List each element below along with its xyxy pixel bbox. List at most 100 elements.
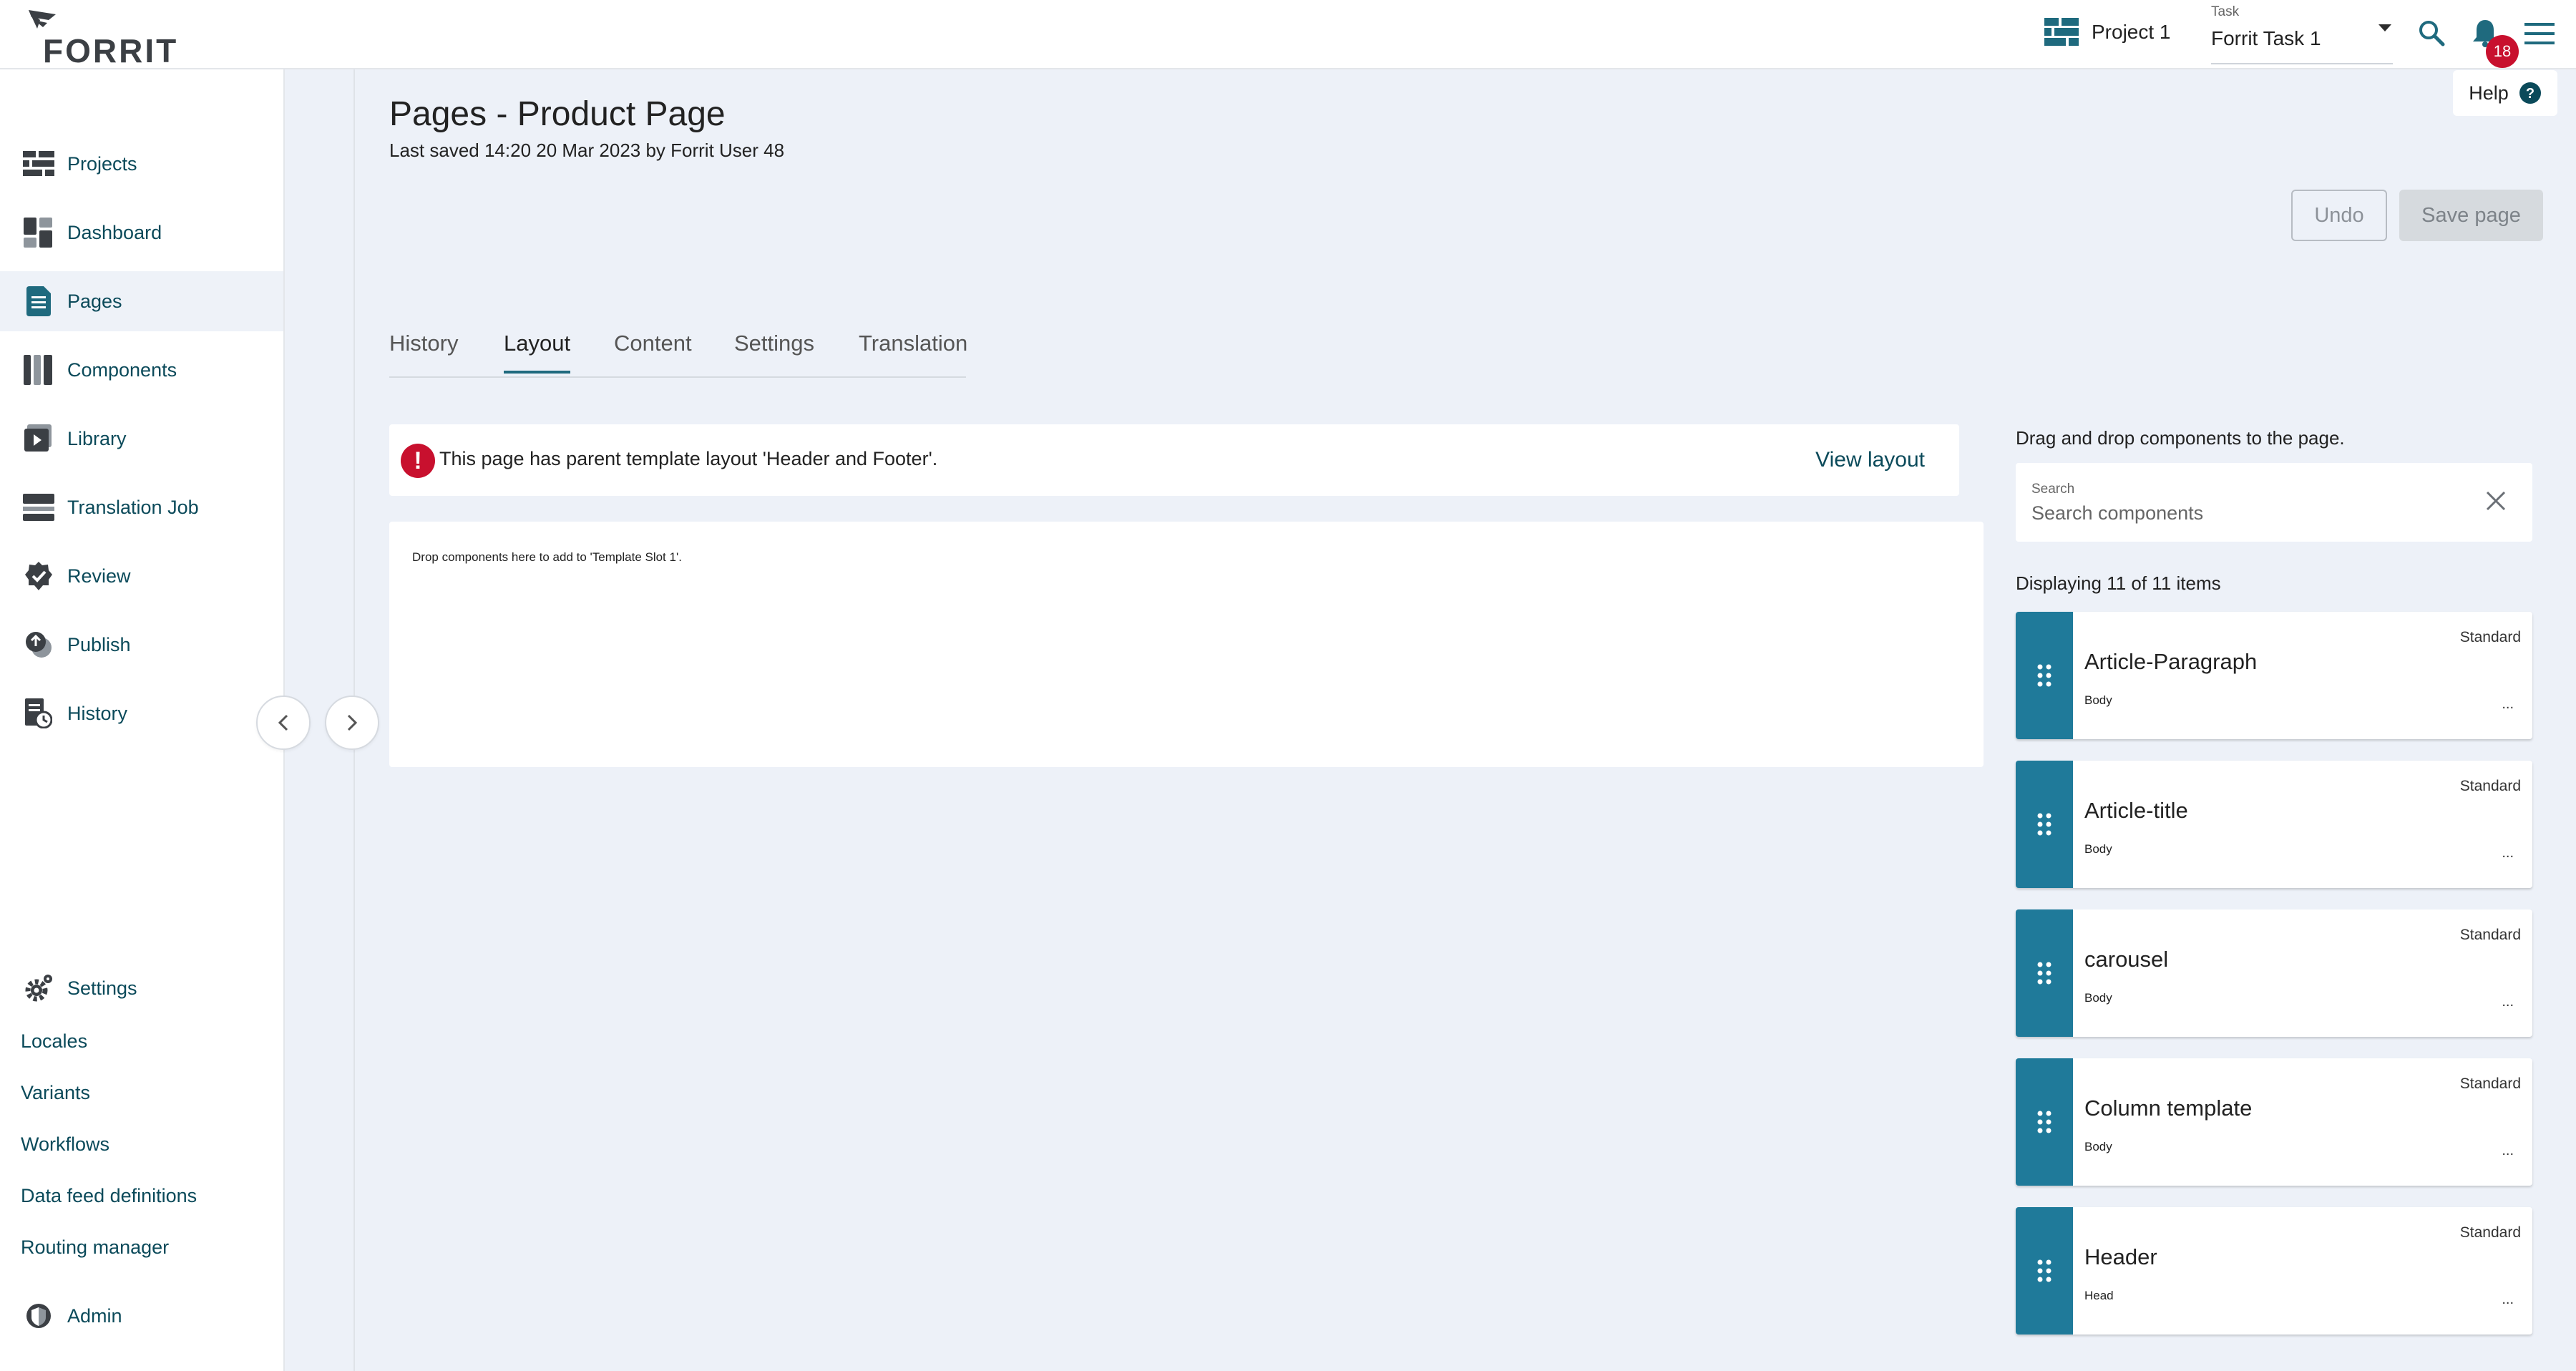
sidebar-item-translation-job[interactable]: Translation Job [0, 477, 283, 537]
warning-icon: ! [401, 444, 435, 478]
drag-handle[interactable] [2016, 909, 2073, 1037]
sidebar-item-projects[interactable]: Projects [0, 134, 283, 194]
history-icon [23, 698, 54, 729]
help-button[interactable]: Help ? [2453, 70, 2557, 116]
component-name: Header [2084, 1244, 2157, 1269]
sidebar-item-library[interactable]: Library [0, 409, 283, 469]
logo-text: FORRIT [43, 32, 179, 69]
component-name: carousel [2084, 947, 2169, 972]
more-options-button[interactable]: ... [2502, 1143, 2514, 1159]
drag-handle-icon [2037, 664, 2051, 687]
hamburger-menu-icon[interactable] [2524, 21, 2555, 46]
sidebar-item-label: Translation Job [67, 496, 199, 518]
drag-handle-icon [2037, 1259, 2051, 1282]
component-search-field[interactable]: Search [2016, 463, 2532, 542]
component-card[interactable]: Standard Article-title Body ... [2016, 761, 2532, 888]
admin-icon [23, 1300, 54, 1332]
project-label: Project 1 [2092, 21, 2171, 43]
more-options-button[interactable]: ... [2502, 994, 2514, 1010]
save-page-button[interactable]: Save page [2399, 190, 2543, 241]
projects-icon [23, 148, 54, 180]
sidebar-item-pages[interactable]: Pages [0, 271, 283, 331]
component-category: Body [2084, 842, 2112, 856]
sidebar-item-history[interactable]: History [0, 683, 283, 743]
component-card[interactable]: Standard carousel Body ... [2016, 909, 2532, 1037]
component-category: Body [2084, 991, 2112, 1005]
task-select[interactable]: Task Forrit Task 1 [2211, 4, 2393, 64]
sidebar-item-admin[interactable]: Admin [0, 1286, 283, 1346]
review-icon [23, 560, 54, 592]
collapse-sidebar-button[interactable] [256, 696, 311, 750]
page-tabs: History Layout Content Settings Translat… [389, 319, 967, 378]
settings-link-locales[interactable]: Locales [21, 1030, 87, 1053]
sidebar-item-review[interactable]: Review [0, 546, 283, 606]
sidebar-item-label: History [67, 702, 128, 724]
undo-button[interactable]: Undo [2291, 190, 2387, 241]
close-icon[interactable] [2484, 489, 2508, 513]
more-options-button[interactable]: ... [2502, 845, 2514, 862]
component-card[interactable]: Standard Column template Body ... [2016, 1058, 2532, 1186]
component-name: Column template [2084, 1096, 2253, 1121]
settings-link-variants[interactable]: Variants [21, 1082, 90, 1104]
component-type: Standard [2459, 629, 2521, 645]
page-title: Pages - Product Page [389, 95, 726, 133]
help-label: Help [2469, 82, 2509, 104]
sidebar-item-label: Admin [67, 1304, 122, 1327]
search-icon[interactable] [2417, 19, 2446, 47]
tab-settings[interactable]: Settings [734, 331, 814, 371]
sidebar-item-label: Projects [67, 152, 137, 175]
drag-handle[interactable] [2016, 612, 2073, 739]
tab-content[interactable]: Content [614, 331, 692, 371]
translation-job-icon [23, 492, 54, 523]
tab-translation[interactable]: Translation [859, 331, 967, 371]
components-icon [23, 354, 54, 386]
component-type: Standard [2459, 1075, 2521, 1092]
more-options-button[interactable]: ... [2502, 1292, 2514, 1308]
settings-link-workflows[interactable]: Workflows [21, 1133, 109, 1156]
drag-handle[interactable] [2016, 1207, 2073, 1335]
component-card[interactable]: Standard Header Head ... [2016, 1207, 2532, 1335]
tab-layout[interactable]: Layout [504, 331, 571, 374]
sidebar-item-label: Dashboard [67, 221, 162, 243]
sidebar-item-label: Publish [67, 633, 131, 655]
dashboard-icon [23, 217, 54, 248]
settings-link-data-feed-definitions[interactable]: Data feed definitions [21, 1185, 197, 1207]
pages-icon [23, 286, 54, 317]
sidebar: Projects Dashboard Pages Components Libr… [0, 69, 285, 1371]
tab-history[interactable]: History [389, 331, 458, 371]
sidebar-item-publish[interactable]: Publish [0, 615, 283, 675]
question-icon: ? [2519, 82, 2541, 104]
project-selector[interactable]: Project 1 [2044, 18, 2171, 47]
search-label: Search [2031, 482, 2075, 497]
search-input[interactable] [2031, 502, 2461, 525]
sidebar-item-label: Settings [67, 977, 137, 999]
component-category: Head [2084, 1289, 2114, 1302]
more-options-button[interactable]: ... [2502, 696, 2514, 713]
component-category: Body [2084, 693, 2112, 707]
drag-handle[interactable] [2016, 761, 2073, 888]
component-card[interactable]: Standard Article-Paragraph Body ... [2016, 612, 2532, 739]
sidebar-item-settings[interactable]: Settings [0, 958, 283, 1018]
last-saved-text: Last saved 14:20 20 Mar 2023 by Forrit U… [389, 140, 785, 161]
drag-handle[interactable] [2016, 1058, 2073, 1186]
drag-handle-icon [2037, 1111, 2051, 1133]
component-category: Body [2084, 1140, 2112, 1153]
task-select-value: Forrit Task 1 [2211, 27, 2321, 49]
component-name: Article-title [2084, 798, 2188, 823]
sidebar-item-label: Pages [67, 290, 122, 312]
settings-link-routing-manager[interactable]: Routing manager [21, 1236, 169, 1259]
parent-template-alert: ! This page has parent template layout '… [389, 424, 1959, 496]
alert-message: This page has parent template layout 'He… [439, 448, 938, 469]
sidebar-item-label: Components [67, 358, 177, 381]
component-type: Standard [2459, 1224, 2521, 1241]
sidebar-item-components[interactable]: Components [0, 340, 283, 400]
component-name: Article-Paragraph [2084, 649, 2258, 674]
notification-count-badge: 18 [2486, 35, 2519, 68]
template-slot-dropzone[interactable]: Drop components here to add to 'Template… [389, 522, 1984, 767]
sidebar-item-label: Library [67, 427, 127, 449]
dropzone-hint: Drop components here to add to 'Template… [412, 550, 682, 564]
gear-icon [23, 972, 54, 1004]
chevron-left-icon [278, 714, 288, 731]
sidebar-item-dashboard[interactable]: Dashboard [0, 203, 283, 263]
view-layout-link[interactable]: View layout [1815, 448, 1925, 472]
